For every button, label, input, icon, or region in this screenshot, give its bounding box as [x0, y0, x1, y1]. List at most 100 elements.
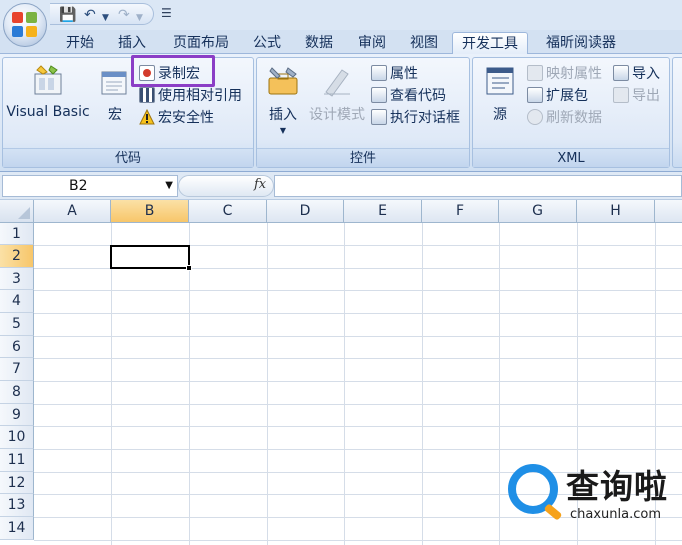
tab-formulas[interactable]: 公式 [245, 32, 289, 54]
run-dialog-button[interactable]: 执行对话框 [371, 108, 460, 128]
watermark: 查询啦 chaxunla.com [508, 460, 682, 540]
column-header-g[interactable]: G [499, 200, 577, 223]
tab-insert[interactable]: 插入 [110, 32, 154, 54]
gridline [499, 223, 500, 545]
use-relative-references-button[interactable]: 使用相对引用 [139, 86, 242, 106]
row-header-11[interactable]: 11 [0, 449, 34, 472]
export-button[interactable]: 导出 [613, 86, 660, 106]
view-code-label: 查看代码 [390, 88, 446, 104]
map-properties-button[interactable]: 映射属性 [527, 64, 602, 84]
expansion-packs-icon [527, 87, 543, 103]
row-header-3[interactable]: 3 [0, 268, 34, 290]
row-header-2[interactable]: 2 [0, 245, 34, 268]
run-dialog-icon [371, 109, 387, 125]
export-icon [613, 87, 629, 103]
column-header-a[interactable]: A [34, 200, 111, 223]
gridline [34, 426, 682, 427]
tab-home[interactable]: 开始 [58, 32, 102, 54]
gridline [34, 358, 682, 359]
gridline [267, 223, 268, 545]
properties-icon [371, 65, 387, 81]
row-header-7[interactable]: 7 [0, 358, 34, 381]
import-button[interactable]: 导入 [613, 64, 660, 84]
undo-icon[interactable]: ↶ [84, 7, 96, 23]
map-properties-icon [527, 65, 543, 81]
ribbon-tabs: 开始 插入 页面布局 公式 数据 审阅 视图 开发工具 福昕阅读器 [0, 30, 682, 54]
expansion-packs-label: 扩展包 [546, 88, 588, 104]
insert-control-button[interactable]: 插入 ▼ [261, 64, 305, 135]
name-box-value: B2 [69, 178, 88, 194]
toolbox-icon [266, 64, 300, 95]
row-header-10[interactable]: 10 [0, 426, 34, 449]
row-header-9[interactable]: 9 [0, 404, 34, 426]
name-box[interactable]: B2 ▼ [2, 175, 178, 197]
quick-access-toolbar: 💾 ↶ ▼ ↷ ▼ [50, 3, 154, 25]
design-mode-button[interactable]: 设计模式 [307, 64, 367, 124]
macro-security-label: 宏安全性 [158, 110, 214, 126]
insert-function-icon[interactable]: fx [254, 177, 266, 192]
column-header-h[interactable]: H [577, 200, 655, 223]
gridline [34, 449, 682, 450]
properties-label: 属性 [390, 66, 418, 82]
row-header-1[interactable]: 1 [0, 223, 34, 245]
insert-dropdown-icon: ▼ [279, 126, 287, 135]
chevron-down-icon[interactable]: ▼ [165, 176, 173, 196]
view-code-button[interactable]: 查看代码 [371, 86, 446, 106]
tab-foxit-reader[interactable]: 福昕阅读器 [536, 32, 626, 54]
save-icon[interactable]: 💾 [59, 7, 76, 23]
row-header-4[interactable]: 4 [0, 290, 34, 313]
view-code-icon [371, 87, 387, 103]
formula-input[interactable] [274, 175, 682, 197]
gridline [422, 223, 423, 545]
visual-basic-icon [31, 64, 65, 95]
macros-label: 宏 [108, 107, 122, 123]
customize-qat-icon[interactable]: ☰ [161, 6, 172, 20]
row-header-12[interactable]: 12 [0, 472, 34, 494]
visual-basic-button[interactable]: Visual Basic [5, 64, 91, 120]
office-button[interactable] [3, 3, 47, 47]
tab-page-layout[interactable]: 页面布局 [163, 32, 239, 54]
code-group: Visual Basic 宏 录制宏 使用相对引用 宏安全性 代码 [2, 57, 254, 168]
column-header-partial[interactable] [655, 200, 682, 223]
select-all-button[interactable] [0, 200, 34, 223]
refresh-data-button[interactable]: 刷新数据 [527, 108, 602, 128]
gridline [189, 223, 190, 545]
gridline [111, 223, 112, 545]
column-header-f[interactable]: F [422, 200, 499, 223]
redo-icon[interactable]: ↷ [118, 7, 130, 23]
refresh-icon [527, 109, 543, 125]
warning-icon [139, 108, 155, 125]
row-header-8[interactable]: 8 [0, 381, 34, 404]
tab-data[interactable]: 数据 [297, 32, 341, 54]
row-header-5[interactable]: 5 [0, 313, 34, 336]
column-header-e[interactable]: E [344, 200, 422, 223]
watermark-url: chaxunla.com [570, 507, 661, 522]
row-header-6[interactable]: 6 [0, 336, 34, 358]
tab-review[interactable]: 审阅 [350, 32, 394, 54]
macros-button[interactable]: 宏 [95, 64, 135, 124]
map-properties-label: 映射属性 [546, 66, 602, 82]
gridline [34, 290, 682, 291]
gridline [34, 381, 682, 382]
undo-dropdown-icon[interactable]: ▼ [102, 10, 109, 26]
column-header-b[interactable]: B [111, 200, 189, 223]
fill-handle[interactable] [186, 265, 192, 271]
row-header-14[interactable]: 14 [0, 517, 34, 540]
controls-group-label: 控件 [257, 148, 469, 167]
properties-button[interactable]: 属性 [371, 64, 418, 84]
macro-security-button[interactable]: 宏安全性 [139, 108, 214, 128]
next-group-edge [672, 57, 682, 168]
xml-source-label: 源 [493, 107, 507, 123]
active-cell-b2[interactable] [110, 245, 192, 271]
xml-group: 源 映射属性 扩展包 刷新数据 导入 导出 XML [472, 57, 670, 168]
row-header-13[interactable]: 13 [0, 494, 34, 517]
column-header-c[interactable]: C [189, 200, 267, 223]
import-icon [613, 65, 629, 81]
xml-source-button[interactable]: 源 [477, 64, 523, 124]
column-header-d[interactable]: D [267, 200, 344, 223]
expansion-packs-button[interactable]: 扩展包 [527, 86, 588, 106]
tab-view[interactable]: 视图 [402, 32, 446, 54]
tab-developer[interactable]: 开发工具 [452, 32, 528, 54]
title-bar: 💾 ↶ ▼ ↷ ▼ ☰ [0, 0, 682, 30]
redo-dropdown-icon[interactable]: ▼ [136, 10, 143, 26]
